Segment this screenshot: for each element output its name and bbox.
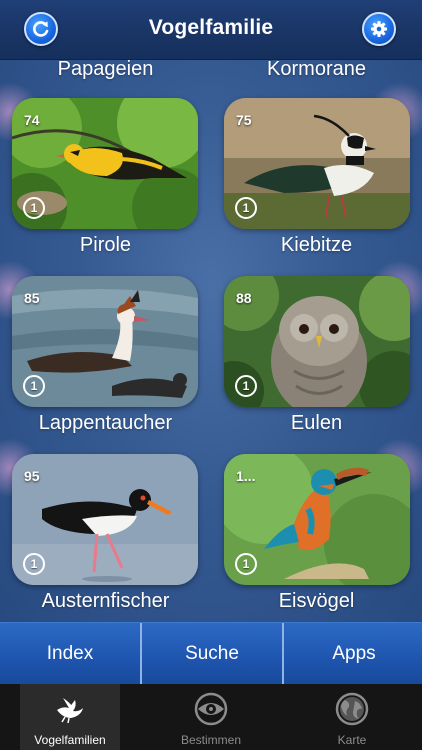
- family-tile-eisvoegel[interactable]: 1... 1: [224, 454, 410, 585]
- info-badge[interactable]: 1: [23, 197, 45, 219]
- settings-button[interactable]: [362, 12, 396, 46]
- family-label-kormorane[interactable]: Kormorane: [211, 60, 422, 81]
- bird-icon: [57, 698, 83, 724]
- eye-icon: [194, 692, 228, 726]
- species-count: 95: [24, 468, 40, 484]
- family-tile-austernfischer[interactable]: 95 1: [12, 454, 198, 585]
- tab-bar: Vogelfamilien Bestimmen Karte: [0, 684, 422, 750]
- species-count: 88: [236, 290, 252, 306]
- family-label-eisvoegel[interactable]: Eisvögel: [211, 590, 422, 613]
- index-button[interactable]: Index: [0, 623, 140, 685]
- family-tile-lappentaucher[interactable]: 85 1: [12, 276, 198, 407]
- tab-karte[interactable]: Karte: [282, 684, 422, 750]
- globe-icon: [335, 692, 369, 726]
- info-badge[interactable]: 1: [235, 375, 257, 397]
- family-tile-kiebitze[interactable]: 75 1: [224, 98, 410, 229]
- navigation-bar: Vogelfamilie: [0, 0, 422, 60]
- family-label-papageien[interactable]: Papageien: [0, 60, 211, 81]
- tab-vogelfamilien[interactable]: Vogelfamilien: [0, 684, 140, 750]
- family-tile-eulen[interactable]: 88 1: [224, 276, 410, 407]
- tab-label: Karte: [337, 733, 367, 747]
- info-badge[interactable]: 1: [235, 197, 257, 219]
- info-badge[interactable]: 1: [235, 553, 257, 575]
- family-label-kiebitze[interactable]: Kiebitze: [211, 234, 422, 257]
- tab-label: Bestimmen: [180, 733, 242, 747]
- species-count: 85: [24, 290, 40, 306]
- tab-label: Vogelfamilien: [34, 733, 106, 747]
- apps-button[interactable]: Apps: [284, 623, 422, 685]
- segment-bar: Index Suche Apps: [0, 622, 422, 685]
- family-label-lappentaucher[interactable]: Lappentaucher: [0, 412, 211, 435]
- info-badge[interactable]: 1: [23, 553, 45, 575]
- gear-icon: [371, 21, 387, 37]
- info-badge[interactable]: 1: [23, 375, 45, 397]
- search-button[interactable]: Suche: [142, 623, 282, 685]
- family-tile-pirole[interactable]: 74 1: [12, 98, 198, 229]
- species-count: 1...: [236, 468, 256, 484]
- family-label-eulen[interactable]: Eulen: [211, 412, 422, 435]
- family-label-pirole[interactable]: Pirole: [0, 234, 211, 257]
- page-title: Vogelfamilie: [148, 16, 274, 39]
- tab-bestimmen[interactable]: Bestimmen: [141, 684, 281, 750]
- family-grid[interactable]: Papageien Kormorane 74 1 Pirole 75 1 Kie…: [0, 60, 422, 622]
- species-count: 75: [236, 112, 252, 128]
- family-label-austernfischer[interactable]: Austernfischer: [0, 590, 211, 613]
- species-count: 74: [24, 112, 40, 128]
